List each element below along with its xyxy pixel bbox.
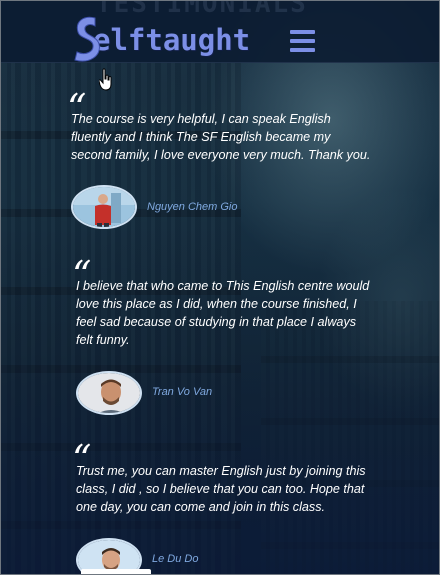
top-navbar: TESTIMONIALS elftaught: [1, 1, 439, 63]
menu-bar: [290, 30, 315, 34]
hand-cursor-icon: [99, 68, 112, 91]
brand-name: elftaught: [93, 23, 251, 57]
hamburger-menu-icon[interactable]: [290, 30, 315, 52]
page: TESTIMONIALS elftaught “ The course is v…: [0, 0, 440, 575]
testimonial-text: The course is very helpful, I can speak …: [71, 112, 371, 162]
testimonial-text: I believe that who came to This English …: [76, 279, 370, 347]
logo-s-mark: [71, 14, 101, 62]
author-name: Nguyen Chem Gio: [147, 201, 238, 213]
brand-logo[interactable]: elftaught: [71, 14, 250, 62]
horizontal-scrollbar-thumb[interactable]: [81, 569, 151, 574]
testimonial-text: Trust me, you can master English just by…: [76, 464, 366, 514]
avatar: [71, 185, 137, 229]
author-name: Tran Vo Van: [152, 386, 213, 398]
author-name: Le Du Do: [152, 553, 199, 565]
menu-bar: [290, 39, 315, 43]
avatar: [76, 371, 142, 415]
menu-bar: [290, 48, 315, 52]
